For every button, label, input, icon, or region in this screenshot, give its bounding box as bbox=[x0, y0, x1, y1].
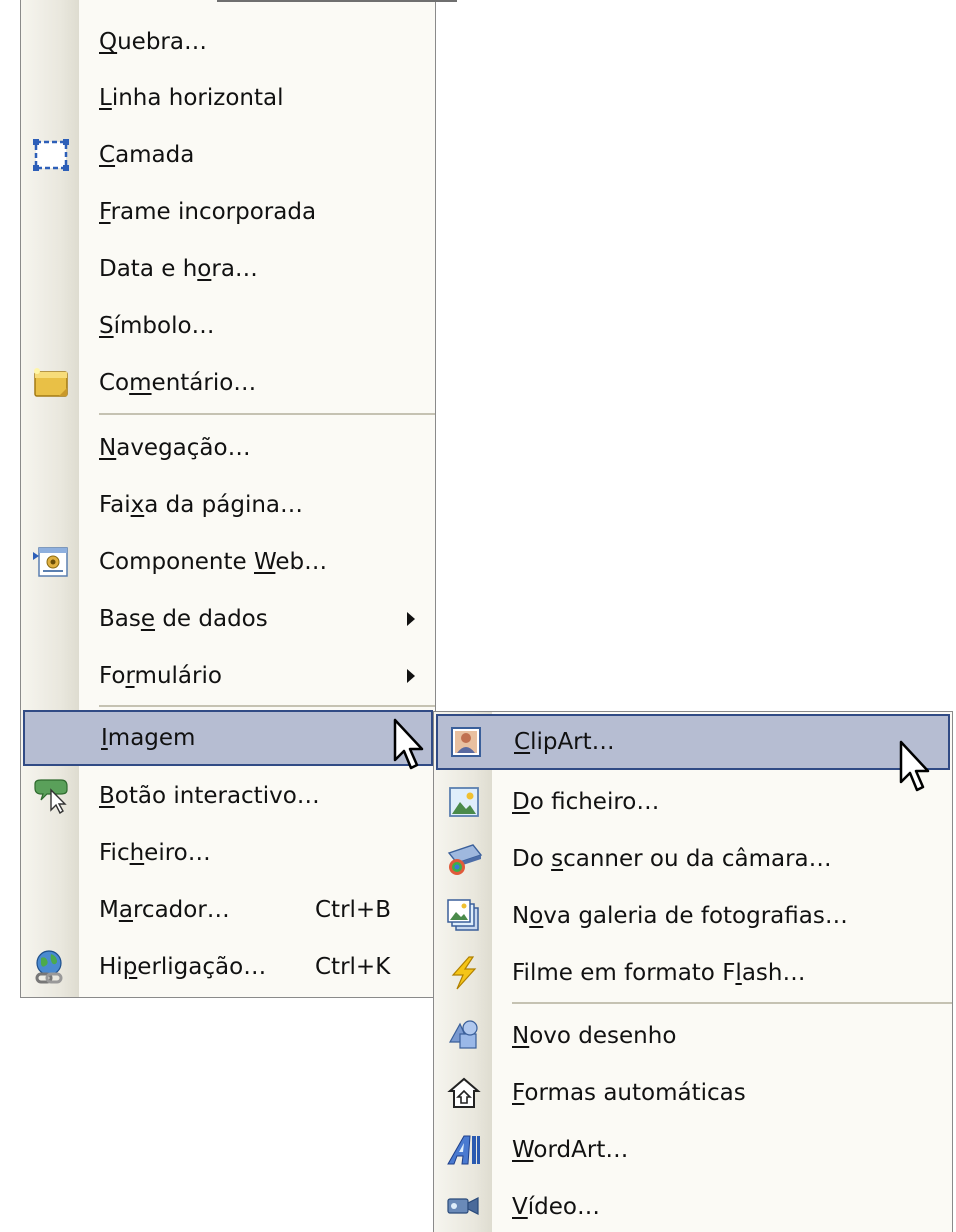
submenu-arrow-icon bbox=[407, 612, 415, 626]
menu-item-label: Frame incorporada bbox=[99, 199, 317, 225]
menu-item-hiperligacao[interactable]: Hiperligação… Ctrl+K bbox=[23, 939, 433, 995]
menu-item-camada[interactable]: Camada bbox=[23, 127, 433, 183]
submenu-item-video[interactable]: Vídeo… bbox=[436, 1179, 950, 1232]
menu-item-label: ClipArt… bbox=[514, 729, 615, 755]
comment-icon bbox=[23, 355, 79, 411]
menu-item-label: Navegação… bbox=[99, 435, 251, 461]
menu-item-label: Símbolo… bbox=[99, 313, 215, 339]
autoshapes-icon bbox=[436, 1065, 492, 1121]
submenu-item-do-ficheiro[interactable]: Do ficheiro… bbox=[436, 774, 950, 830]
menu-item-imagem[interactable]: Imagem bbox=[23, 710, 433, 766]
menu-item-label: Quebra… bbox=[99, 29, 207, 55]
menu-item-linha-horizontal[interactable]: Linha horizontal bbox=[23, 70, 433, 126]
menu-item-label: Data e hora… bbox=[99, 256, 258, 282]
photo-gallery-icon bbox=[436, 888, 492, 944]
empty-icon-slot bbox=[23, 14, 79, 70]
shortcut-label: Ctrl+K bbox=[315, 954, 391, 980]
menu-item-navegacao[interactable]: Navegação… bbox=[23, 420, 433, 476]
menu-separator bbox=[99, 705, 435, 707]
menu-item-label: Faixa da página… bbox=[99, 492, 303, 518]
menu-item-faixa-da-pagina[interactable]: Faixa da página… bbox=[23, 477, 433, 533]
empty-icon-slot bbox=[23, 825, 79, 881]
empty-icon-slot bbox=[23, 420, 79, 476]
menu-item-label: Formulário bbox=[99, 663, 222, 689]
submenu-arrow-icon bbox=[407, 669, 415, 683]
menu-item-label: Novo desenho bbox=[512, 1023, 677, 1049]
menu-item-formulario[interactable]: Formulário bbox=[23, 648, 433, 704]
submenu-item-clipart[interactable]: ClipArt… bbox=[436, 714, 950, 770]
menu-item-botao-interactivo[interactable]: Botão interactivo… bbox=[23, 768, 433, 824]
image-submenu: ClipArt… Do ficheiro… Do scanner ou da c… bbox=[433, 711, 953, 1232]
wordart-icon bbox=[436, 1122, 492, 1178]
scanner-icon bbox=[436, 831, 492, 887]
video-icon bbox=[436, 1179, 492, 1232]
menu-item-label: Ficheiro… bbox=[99, 840, 211, 866]
empty-icon-slot bbox=[23, 882, 79, 938]
empty-icon-slot bbox=[23, 70, 79, 126]
submenu-item-formas-automaticas[interactable]: Formas automáticas bbox=[436, 1065, 950, 1121]
submenu-item-filme-flash[interactable]: Filme em formato Flash… bbox=[436, 945, 950, 1001]
menu-separator bbox=[99, 413, 435, 415]
menu-item-simbolo[interactable]: Símbolo… bbox=[23, 298, 433, 354]
mouse-cursor-icon bbox=[393, 718, 424, 770]
menu-item-label: Camada bbox=[99, 142, 195, 168]
menu-top-border bbox=[217, 0, 457, 2]
menu-item-comentario[interactable]: Comentário… bbox=[23, 355, 433, 411]
menu-item-label: Base de dados bbox=[99, 606, 268, 632]
screen: Quebra… Linha horizontal Camada Frame in… bbox=[0, 0, 956, 1232]
empty-icon-slot bbox=[23, 477, 79, 533]
menu-separator bbox=[512, 1002, 952, 1004]
flash-icon bbox=[436, 945, 492, 1001]
shortcut-label: Ctrl+B bbox=[315, 897, 391, 923]
new-drawing-icon bbox=[436, 1008, 492, 1064]
empty-icon-slot bbox=[23, 184, 79, 240]
submenu-item-do-scanner[interactable]: Do scanner ou da câmara… bbox=[436, 831, 950, 887]
menu-item-label: Vídeo… bbox=[512, 1194, 600, 1220]
menu-item-label: Formas automáticas bbox=[512, 1080, 746, 1106]
empty-icon-slot bbox=[23, 241, 79, 297]
submenu-item-novo-desenho[interactable]: Novo desenho bbox=[436, 1008, 950, 1064]
hyperlink-icon bbox=[23, 939, 79, 995]
menu-item-label: Comentário… bbox=[99, 370, 257, 396]
submenu-item-wordart[interactable]: WordArt… bbox=[436, 1122, 950, 1178]
menu-item-label: Linha horizontal bbox=[99, 85, 284, 111]
empty-icon-slot bbox=[23, 648, 79, 704]
layer-icon bbox=[23, 127, 79, 183]
picture-file-icon bbox=[436, 774, 492, 830]
menu-item-label: Filme em formato Flash… bbox=[512, 960, 806, 986]
empty-icon-slot bbox=[23, 298, 79, 354]
empty-icon-slot bbox=[25, 710, 81, 766]
menu-item-label: Componente Web… bbox=[99, 549, 328, 575]
menu-item-marcador[interactable]: Marcador… Ctrl+B bbox=[23, 882, 433, 938]
menu-item-ficheiro[interactable]: Ficheiro… bbox=[23, 825, 433, 881]
menu-item-label: Botão interactivo… bbox=[99, 783, 320, 809]
menu-item-componente-web[interactable]: Componente Web… bbox=[23, 534, 433, 590]
menu-item-base-de-dados[interactable]: Base de dados bbox=[23, 591, 433, 647]
submenu-item-nova-galeria[interactable]: Nova galeria de fotografias… bbox=[436, 888, 950, 944]
menu-item-quebra[interactable]: Quebra… bbox=[23, 14, 433, 70]
menu-item-frame-incorporada[interactable]: Frame incorporada bbox=[23, 184, 433, 240]
interactive-button-icon bbox=[23, 768, 79, 824]
menu-item-label: Do scanner ou da câmara… bbox=[512, 846, 832, 872]
menu-item-label: Do ficheiro… bbox=[512, 789, 660, 815]
clipart-icon bbox=[438, 714, 494, 770]
menu-item-label: Imagem bbox=[101, 725, 196, 751]
menu-item-label: Nova galeria de fotografias… bbox=[512, 903, 848, 929]
insert-menu: Quebra… Linha horizontal Camada Frame in… bbox=[20, 0, 457, 998]
empty-icon-slot bbox=[23, 591, 79, 647]
web-component-icon bbox=[23, 534, 79, 590]
menu-item-data-e-hora[interactable]: Data e hora… bbox=[23, 241, 433, 297]
mouse-cursor-icon bbox=[899, 740, 930, 792]
menu-item-label: WordArt… bbox=[512, 1137, 629, 1163]
